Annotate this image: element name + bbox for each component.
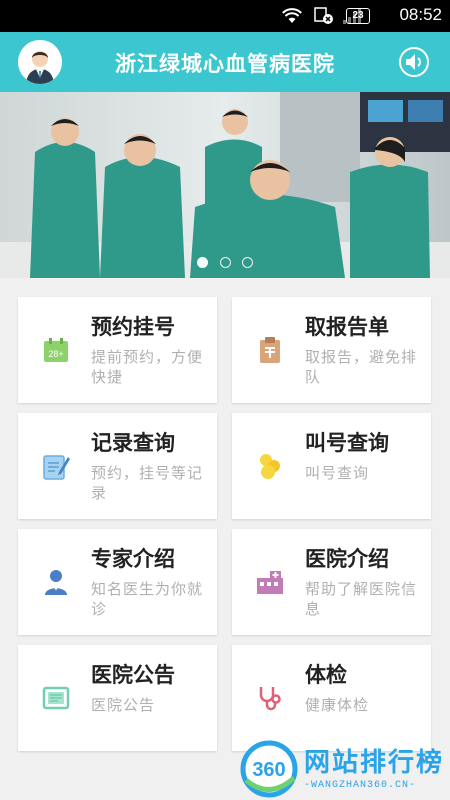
app-title: 浙江绿城心血管病医院 bbox=[115, 52, 335, 76]
card-title: 专家介绍 bbox=[91, 547, 175, 571]
watermark-url: -WANGZHAN360.CN- bbox=[304, 780, 417, 791]
hospital-building-icon bbox=[257, 571, 283, 594]
card-subtitle: 医院公告 bbox=[91, 696, 156, 714]
banner-carousel[interactable] bbox=[0, 92, 450, 278]
card-title: 医院公告 bbox=[91, 663, 175, 687]
svg-text:360: 360 bbox=[252, 759, 285, 781]
card-notice[interactable]: 医院公告 医院公告 bbox=[18, 645, 217, 751]
calendar-icon: 28+ bbox=[44, 338, 68, 362]
card-subtitle: 帮助了解医院信息 bbox=[305, 580, 418, 618]
card-subtitle: 提前预约，方便快捷 bbox=[91, 348, 204, 386]
card-title: 记录查询 bbox=[91, 431, 175, 455]
card-title: 体检 bbox=[305, 663, 347, 687]
card-subtitle: 叫号查询 bbox=[305, 464, 370, 482]
watermark: 360 网站排行榜 -WANGZHAN360.CN- bbox=[238, 738, 450, 800]
screen-record-icon bbox=[314, 7, 333, 24]
card-records[interactable]: 记录查询 预约，挂号等记录 bbox=[18, 413, 217, 519]
doctor-icon bbox=[45, 570, 67, 595]
carousel-dots bbox=[0, 253, 450, 272]
carousel-dot[interactable] bbox=[241, 257, 253, 268]
speaker-icon[interactable] bbox=[398, 46, 430, 78]
app-bar: 浙江绿城心血管病医院 bbox=[0, 32, 450, 92]
card-title: 取报告单 bbox=[305, 315, 389, 339]
card-subtitle: 知名医生为你就诊 bbox=[91, 580, 204, 618]
card-experts[interactable]: 专家介绍 知名医生为你就诊 bbox=[18, 529, 217, 635]
card-queue[interactable]: 叫号查询 叫号查询 bbox=[232, 413, 431, 519]
wifi-icon bbox=[282, 8, 302, 23]
card-subtitle: 预约，挂号等记录 bbox=[91, 464, 204, 502]
carousel-dot[interactable] bbox=[219, 257, 231, 268]
banner-photo bbox=[0, 92, 450, 278]
stethoscope-icon bbox=[259, 687, 281, 711]
card-title: 预约挂号 bbox=[91, 315, 175, 339]
card-subtitle: 取报告，避免排队 bbox=[305, 348, 418, 386]
card-title: 医院介绍 bbox=[305, 547, 389, 571]
card-title: 叫号查询 bbox=[305, 431, 389, 455]
card-hospital-intro[interactable]: 医院介绍 帮助了解医院信息 bbox=[232, 529, 431, 635]
report-clipboard-icon bbox=[260, 337, 280, 363]
battery-indicator: 23 bbox=[346, 8, 370, 24]
card-appointment[interactable]: 28+ 预约挂号 提前预约，方便快捷 bbox=[18, 297, 217, 403]
carousel-dot[interactable] bbox=[197, 257, 209, 268]
clock: 08:52 bbox=[399, 5, 442, 24]
watermark-text: 网站排行榜 bbox=[304, 748, 445, 778]
card-checkup[interactable]: 体检 健康体检 bbox=[232, 645, 431, 751]
notice-board-icon bbox=[42, 686, 70, 710]
svg-text:28+: 28+ bbox=[48, 349, 63, 359]
edit-document-icon bbox=[43, 455, 70, 480]
card-subtitle: 健康体检 bbox=[305, 696, 370, 714]
watermark-360-logo: 360 bbox=[240, 740, 298, 798]
status-bar: 23 08:52 bbox=[0, 0, 450, 32]
card-report[interactable]: 取报告单 取报告，避免排队 bbox=[232, 297, 431, 403]
doctor-avatar-icon[interactable] bbox=[18, 40, 62, 84]
queue-people-icon bbox=[260, 454, 280, 479]
